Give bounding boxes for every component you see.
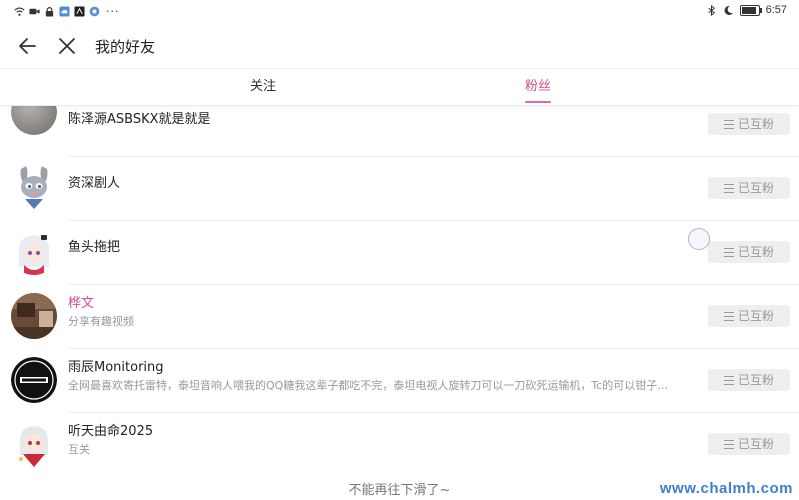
mutual-follow-button[interactable]: 已互粉 (708, 113, 790, 135)
touch-cursor-indicator (688, 228, 710, 250)
user-name[interactable]: 资深剧人 (68, 172, 120, 191)
lock-icon (45, 7, 54, 17)
list-item[interactable]: 雨辰Monitoring 全网最喜欢寄托雷特，泰坦音响人喂我的QQ糖我这辈子都吃… (0, 349, 799, 413)
active-tab-indicator (525, 101, 551, 103)
user-name[interactable]: 鱼头拖把 (68, 236, 120, 255)
menu-icon (723, 311, 734, 321)
wifi-icon (14, 7, 25, 16)
mutual-follow-button[interactable]: 已互粉 (708, 241, 790, 263)
cloud-icon (59, 6, 70, 17)
list-item[interactable]: 桦文 分享有趣视频 已互粉 (0, 285, 799, 349)
menu-icon (723, 183, 734, 193)
menu-icon (723, 375, 734, 385)
bluetooth-icon (708, 4, 715, 16)
list-item[interactable]: 鱼头拖把 已互粉 (0, 221, 799, 285)
moon-icon (724, 5, 733, 15)
menu-icon (723, 439, 734, 449)
menu-icon (723, 247, 734, 257)
tab-bar: 关注 粉丝 (0, 68, 799, 106)
app-icon (74, 6, 85, 17)
user-name[interactable]: 听天由命2025 (68, 420, 153, 439)
status-right-icons: 6:57 (706, 4, 787, 16)
user-description: 全网最喜欢寄托雷特，泰坦音响人喂我的QQ糖我这辈子都吃不完，泰坦电视人旋转刀可以… (68, 379, 669, 392)
status-more-indicator: ··· (106, 5, 120, 18)
cartoon-rabbit-avatar[interactable] (11, 165, 57, 211)
room-photo-avatar[interactable] (11, 293, 57, 339)
close-icon[interactable] (55, 34, 79, 58)
status-left-icons: ··· (14, 5, 120, 18)
user-name[interactable]: 桦文 (68, 292, 94, 311)
fans-list: 陈泽源ASBSKX就是就是 已互粉 资深剧人 已互粉 鱼头拖把 已互粉 桦文 分… (0, 93, 799, 473)
header-bar: 我的好友 (0, 24, 799, 68)
status-time: 6:57 (765, 4, 787, 16)
menu-icon (723, 119, 734, 129)
mutual-follow-button[interactable]: 已互粉 (708, 305, 790, 327)
page-title: 我的好友 (95, 38, 156, 56)
battery-level (741, 6, 756, 14)
mutual-follow-button[interactable]: 已互粉 (708, 177, 790, 199)
logo-avatar[interactable] (11, 357, 57, 403)
mutual-follow-label: 已互粉 (737, 437, 774, 451)
mutual-follow-button[interactable]: 已互粉 (708, 433, 790, 455)
user-name[interactable]: 陈泽源ASBSKX就是就是 (68, 108, 211, 127)
anime-girl-avatar[interactable] (11, 229, 57, 275)
video-icon (29, 8, 40, 15)
tab-follow-label: 关注 (250, 79, 277, 94)
battery-icon (739, 4, 762, 16)
tab-fans[interactable]: 粉丝 (400, 69, 799, 105)
anime-girl-red-avatar[interactable] (11, 421, 57, 467)
user-description: 分享有趣视频 (68, 315, 134, 328)
tab-fans-label: 粉丝 (525, 79, 552, 94)
mutual-follow-label: 已互粉 (737, 117, 774, 131)
mutual-follow-label: 已互粉 (737, 245, 774, 259)
status-bar: ··· 6:57 (0, 0, 799, 24)
watermark-text: www.chalmh.com (659, 480, 793, 497)
arrow-left-icon[interactable] (16, 34, 40, 58)
list-item[interactable]: 资深剧人 已互粉 (0, 157, 799, 221)
user-name[interactable]: 雨辰Monitoring (68, 356, 164, 375)
user-description: 互关 (68, 443, 90, 456)
mutual-follow-label: 已互粉 (737, 181, 774, 195)
mutual-follow-label: 已互粉 (737, 309, 774, 323)
browser-icon (89, 6, 100, 17)
mutual-follow-button[interactable]: 已互粉 (708, 369, 790, 391)
list-item[interactable]: 听天由命2025 互关 已互粉 (0, 413, 799, 473)
mutual-follow-label: 已互粉 (737, 373, 774, 387)
